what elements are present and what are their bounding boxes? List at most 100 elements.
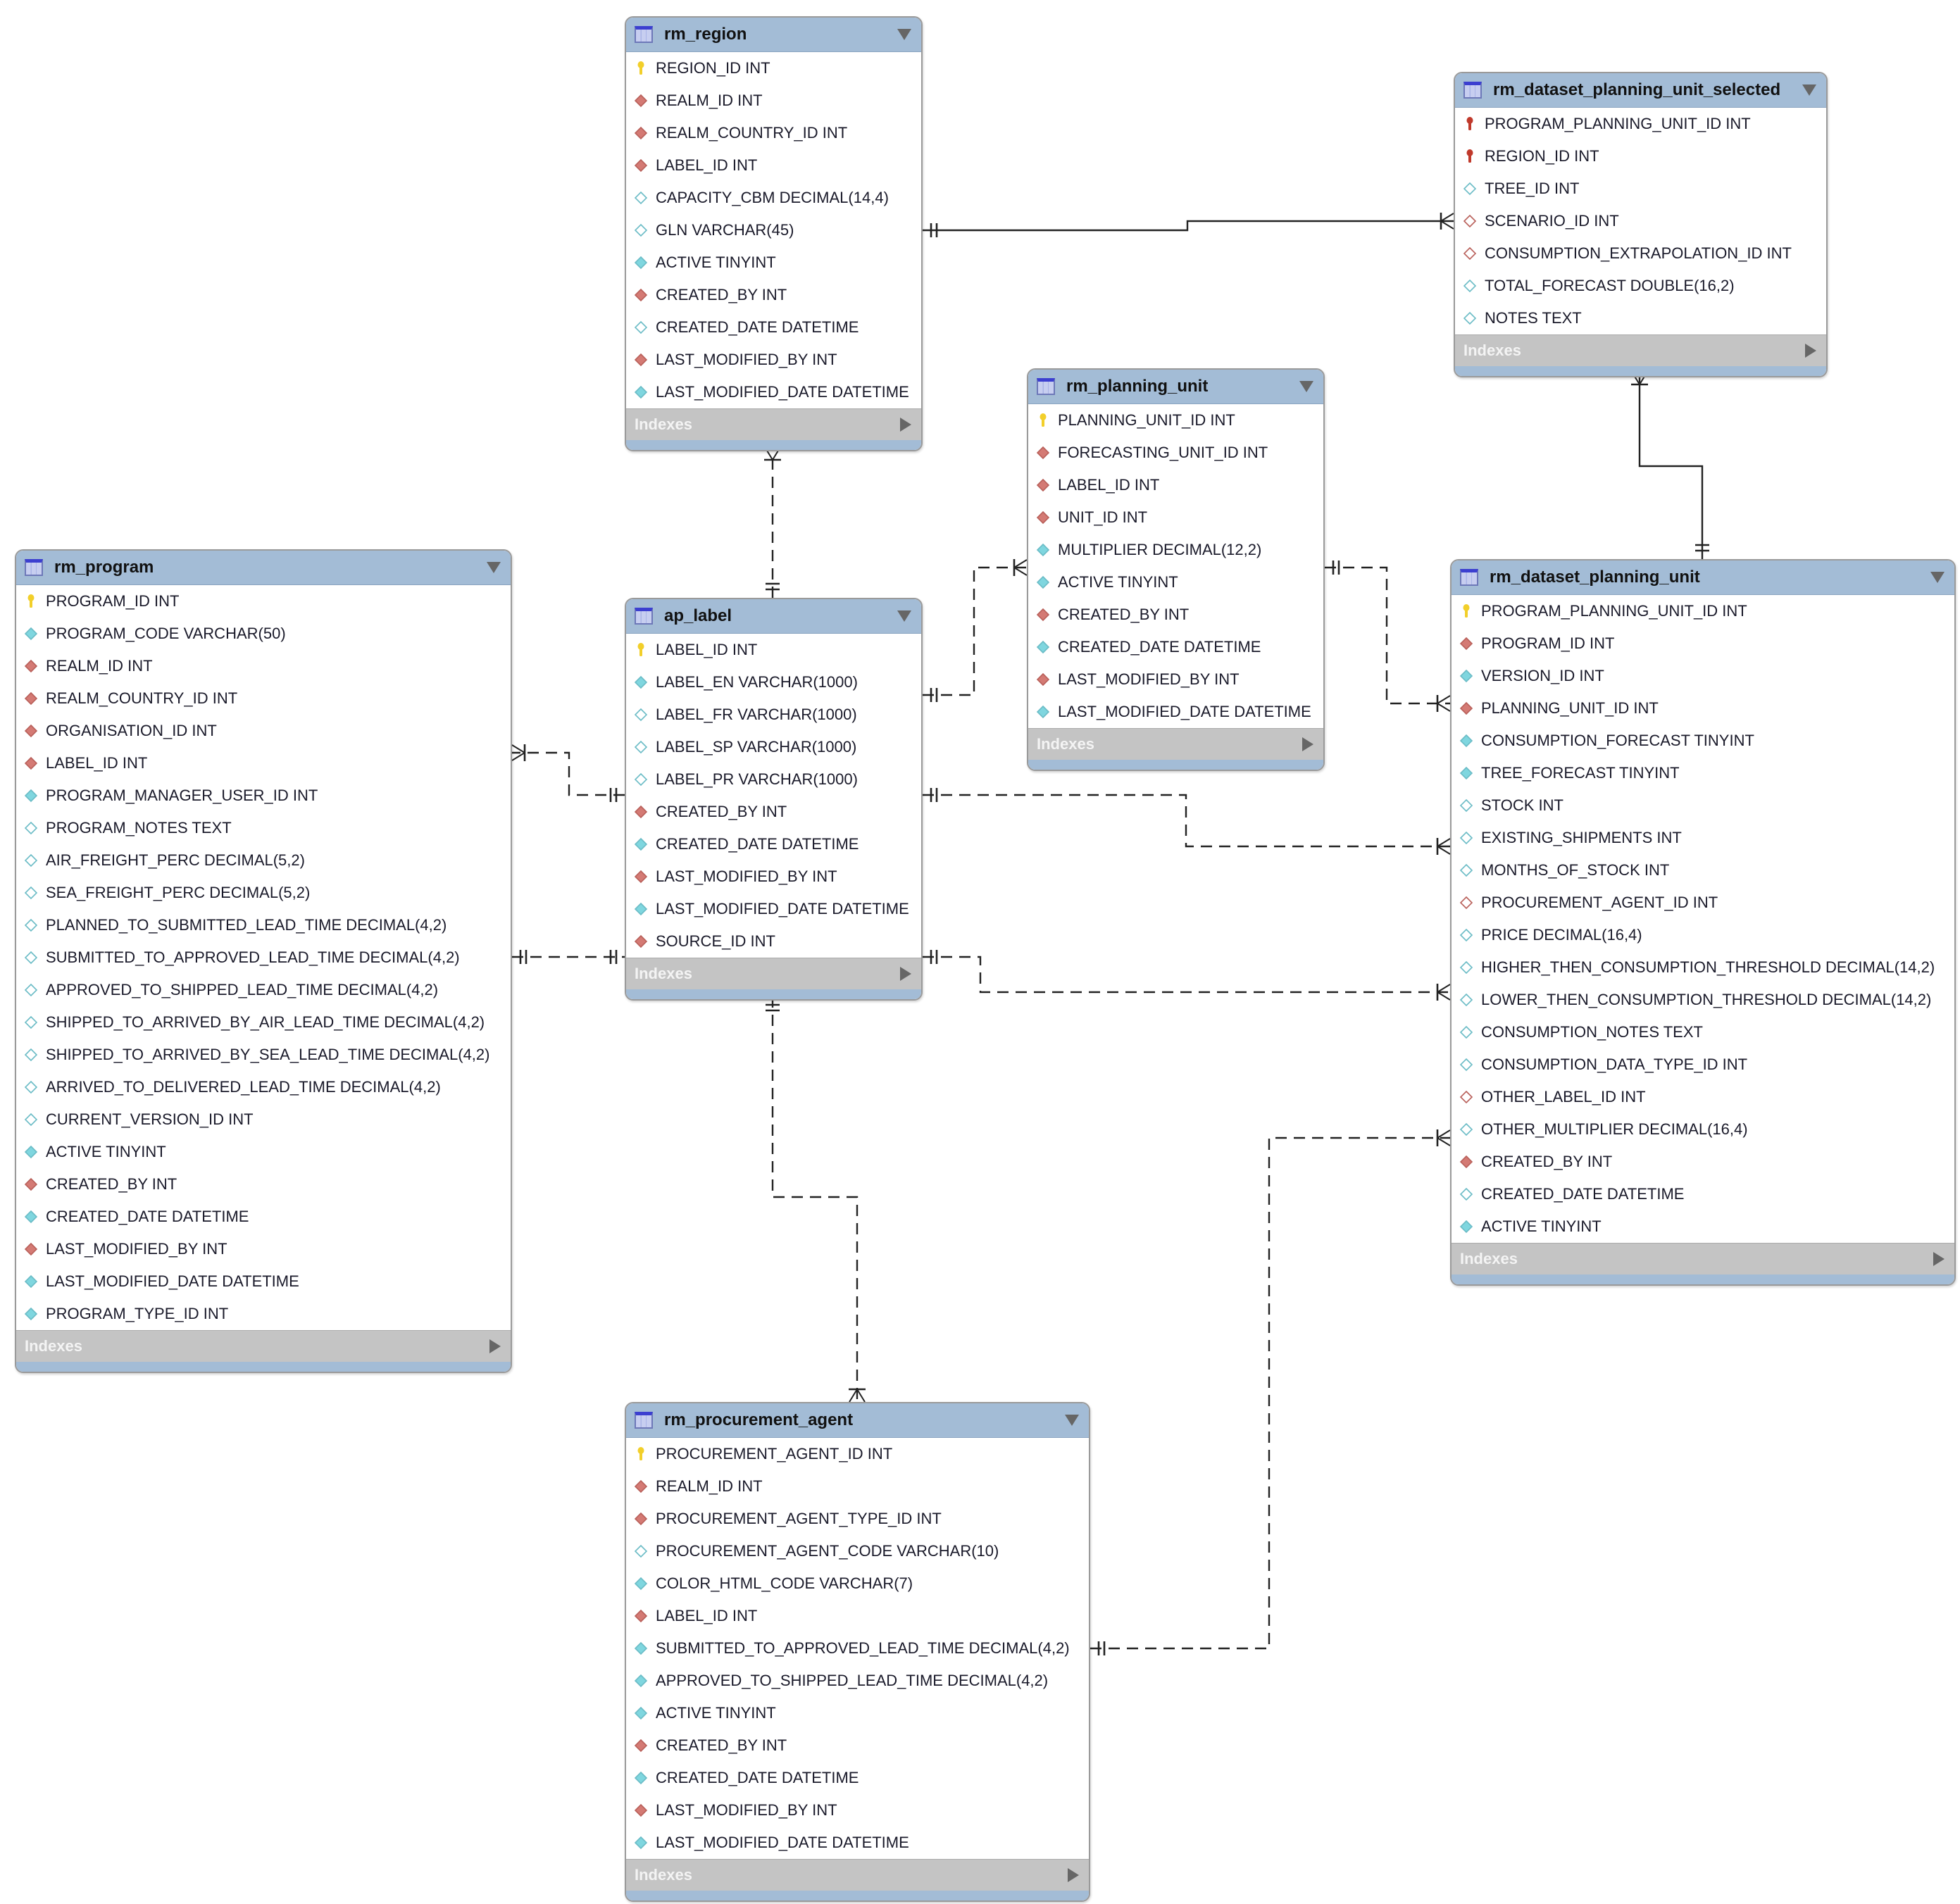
column-row[interactable]: CONSUMPTION_EXTRAPOLATION_ID INT	[1455, 237, 1826, 270]
collapse-triangle-icon[interactable]	[1930, 572, 1945, 583]
relationship-connector[interactable]	[923, 788, 1451, 855]
column-row[interactable]: APPROVED_TO_SHIPPED_LEAD_TIME DECIMAL(4,…	[16, 974, 511, 1006]
column-row[interactable]: REALM_ID INT	[16, 650, 511, 682]
table-rm-program[interactable]: rm_program PROGRAM_ID INT PROGRAM_CODE VAR…	[15, 549, 512, 1373]
table-header[interactable]: rm_program	[16, 551, 511, 585]
non-identifying-relationship-line[interactable]	[923, 956, 1450, 994]
table-header[interactable]: ap_label	[626, 599, 921, 634]
column-row[interactable]: PROGRAM_NOTES TEXT	[16, 812, 511, 844]
identifying-relationship-line[interactable]	[1638, 372, 1704, 559]
table-rm-planning-unit[interactable]: rm_planning_unit PLANNING_UNIT_ID INT FORE…	[1027, 368, 1325, 771]
column-row[interactable]: PROCUREMENT_AGENT_TYPE_ID INT	[626, 1503, 1089, 1535]
column-row[interactable]: NOTES TEXT	[1455, 302, 1826, 334]
identifying-relationship-line[interactable]	[923, 220, 1454, 232]
column-row[interactable]: SHIPPED_TO_ARRIVED_BY_AIR_LEAD_TIME DECI…	[16, 1006, 511, 1039]
column-row[interactable]: LAST_MODIFIED_DATE DATETIME	[626, 893, 921, 925]
column-row[interactable]: LOWER_THEN_CONSUMPTION_THRESHOLD DECIMAL…	[1452, 984, 1954, 1016]
indexes-section[interactable]: Indexes	[1455, 334, 1826, 366]
relationship-connector[interactable]	[511, 744, 625, 802]
column-row[interactable]: CREATED_DATE DATETIME	[626, 828, 921, 860]
column-row[interactable]: SUBMITTED_TO_APPROVED_LEAD_TIME DECIMAL(…	[16, 941, 511, 974]
collapse-triangle-icon[interactable]	[1802, 84, 1816, 96]
table-header[interactable]: rm_region	[626, 18, 921, 52]
column-row[interactable]: PROCUREMENT_AGENT_ID INT	[1452, 887, 1954, 919]
column-row[interactable]: LABEL_FR VARCHAR(1000)	[626, 699, 921, 731]
collapse-triangle-icon[interactable]	[897, 610, 911, 622]
column-row[interactable]: CURRENT_VERSION_ID INT	[16, 1103, 511, 1136]
column-row[interactable]: REGION_ID INT	[626, 52, 921, 84]
column-row[interactable]: COLOR_HTML_CODE VARCHAR(7)	[626, 1567, 1089, 1600]
column-row[interactable]: LAST_MODIFIED_BY INT	[16, 1233, 511, 1265]
column-row[interactable]: PROGRAM_TYPE_ID INT	[16, 1298, 511, 1330]
non-identifying-relationship-line[interactable]	[1090, 1136, 1450, 1650]
column-row[interactable]: UNIT_ID INT	[1028, 501, 1323, 534]
relationship-connector[interactable]	[766, 996, 866, 1403]
column-row[interactable]: SOURCE_ID INT	[626, 925, 921, 958]
collapse-triangle-icon[interactable]	[1299, 381, 1313, 392]
table-rm-procurement-agent[interactable]: rm_procurement_agent PROCUREMENT_AGENT_ID…	[625, 1402, 1090, 1902]
non-identifying-relationship-line[interactable]	[771, 996, 859, 1402]
column-row[interactable]: OTHER_MULTIPLIER DECIMAL(16,4)	[1452, 1113, 1954, 1146]
column-row[interactable]: CONSUMPTION_FORECAST TINYINT	[1452, 725, 1954, 757]
column-row[interactable]: OTHER_LABEL_ID INT	[1452, 1081, 1954, 1113]
column-row[interactable]: CAPACITY_CBM DECIMAL(14,4)	[626, 182, 921, 214]
column-row[interactable]: LABEL_ID INT	[16, 747, 511, 779]
table-header[interactable]: rm_procurement_agent	[626, 1403, 1089, 1438]
relationship-connector[interactable]	[923, 213, 1454, 237]
column-row[interactable]: PLANNED_TO_SUBMITTED_LEAD_TIME DECIMAL(4…	[16, 909, 511, 941]
column-row[interactable]: LAST_MODIFIED_DATE DATETIME	[626, 1827, 1089, 1859]
column-row[interactable]: PROCUREMENT_AGENT_CODE VARCHAR(10)	[626, 1535, 1089, 1567]
expand-arrow-icon[interactable]	[489, 1339, 501, 1353]
column-row[interactable]: LABEL_SP VARCHAR(1000)	[626, 731, 921, 763]
expand-arrow-icon[interactable]	[900, 418, 911, 432]
column-row[interactable]: PRICE DECIMAL(16,4)	[1452, 919, 1954, 951]
column-row[interactable]: PROGRAM_MANAGER_USER_ID INT	[16, 779, 511, 812]
column-row[interactable]: ACTIVE TINYINT	[16, 1136, 511, 1168]
indexes-section[interactable]: Indexes	[626, 408, 921, 440]
column-row[interactable]: LABEL_EN VARCHAR(1000)	[626, 666, 921, 699]
column-row[interactable]: ACTIVE TINYINT	[1028, 566, 1323, 599]
column-row[interactable]: PLANNING_UNIT_ID INT	[1028, 404, 1323, 437]
column-row[interactable]: ACTIVE TINYINT	[626, 246, 921, 279]
column-row[interactable]: LAST_MODIFIED_DATE DATETIME	[1028, 696, 1323, 728]
expand-arrow-icon[interactable]	[1805, 344, 1816, 358]
column-row[interactable]: PLANNING_UNIT_ID INT	[1452, 692, 1954, 725]
non-identifying-relationship-line[interactable]	[923, 566, 1027, 696]
column-row[interactable]: CONSUMPTION_NOTES TEXT	[1452, 1016, 1954, 1048]
column-row[interactable]: LAST_MODIFIED_BY INT	[626, 860, 921, 893]
column-row[interactable]: STOCK INT	[1452, 789, 1954, 822]
column-row[interactable]: AIR_FREIGHT_PERC DECIMAL(5,2)	[16, 844, 511, 877]
column-row[interactable]: FORECASTING_UNIT_ID INT	[1028, 437, 1323, 469]
column-row[interactable]: ACTIVE TINYINT	[626, 1697, 1089, 1729]
relationship-connector[interactable]	[1090, 1129, 1451, 1655]
column-row[interactable]: CREATED_DATE DATETIME	[626, 1762, 1089, 1794]
indexes-section[interactable]: Indexes	[626, 1859, 1089, 1891]
column-row[interactable]: PROGRAM_PLANNING_UNIT_ID INT	[1455, 108, 1826, 140]
column-row[interactable]: SUBMITTED_TO_APPROVED_LEAD_TIME DECIMAL(…	[626, 1632, 1089, 1665]
column-row[interactable]: LABEL_ID INT	[626, 634, 921, 666]
indexes-section[interactable]: Indexes	[1452, 1243, 1954, 1274]
column-row[interactable]: SCENARIO_ID INT	[1455, 205, 1826, 237]
relationship-connector[interactable]	[923, 950, 1451, 1001]
table-rm-region[interactable]: rm_region REGION_ID INT REALM_ID INT REALM_…	[625, 16, 923, 451]
column-row[interactable]: LABEL_ID INT	[626, 1600, 1089, 1632]
table-header[interactable]: rm_planning_unit	[1028, 370, 1323, 404]
column-row[interactable]: PROGRAM_ID INT	[16, 585, 511, 618]
column-row[interactable]: TREE_ID INT	[1455, 173, 1826, 205]
column-row[interactable]: VERSION_ID INT	[1452, 660, 1954, 692]
column-row[interactable]: EXISTING_SHIPMENTS INT	[1452, 822, 1954, 854]
relationship-connector[interactable]	[1631, 371, 1709, 559]
column-row[interactable]: REGION_ID INT	[1455, 140, 1826, 173]
column-row[interactable]: TREE_FORECAST TINYINT	[1452, 757, 1954, 789]
column-row[interactable]: LAST_MODIFIED_BY INT	[626, 1794, 1089, 1827]
relationship-connector[interactable]	[764, 446, 781, 598]
column-row[interactable]: MULTIPLIER DECIMAL(12,2)	[1028, 534, 1323, 566]
table-header[interactable]: rm_dataset_planning_unit_selected	[1455, 73, 1826, 108]
column-row[interactable]: LABEL_ID INT	[626, 149, 921, 182]
column-row[interactable]: LAST_MODIFIED_DATE DATETIME	[626, 376, 921, 408]
relationship-connector[interactable]	[923, 559, 1028, 702]
column-row[interactable]: PROGRAM_ID INT	[1452, 627, 1954, 660]
column-row[interactable]: APPROVED_TO_SHIPPED_LEAD_TIME DECIMAL(4,…	[626, 1665, 1089, 1697]
collapse-triangle-icon[interactable]	[1065, 1415, 1079, 1426]
table-rm-dataset-planning-unit-selected[interactable]: rm_dataset_planning_unit_selected PROGRAM…	[1454, 72, 1828, 377]
